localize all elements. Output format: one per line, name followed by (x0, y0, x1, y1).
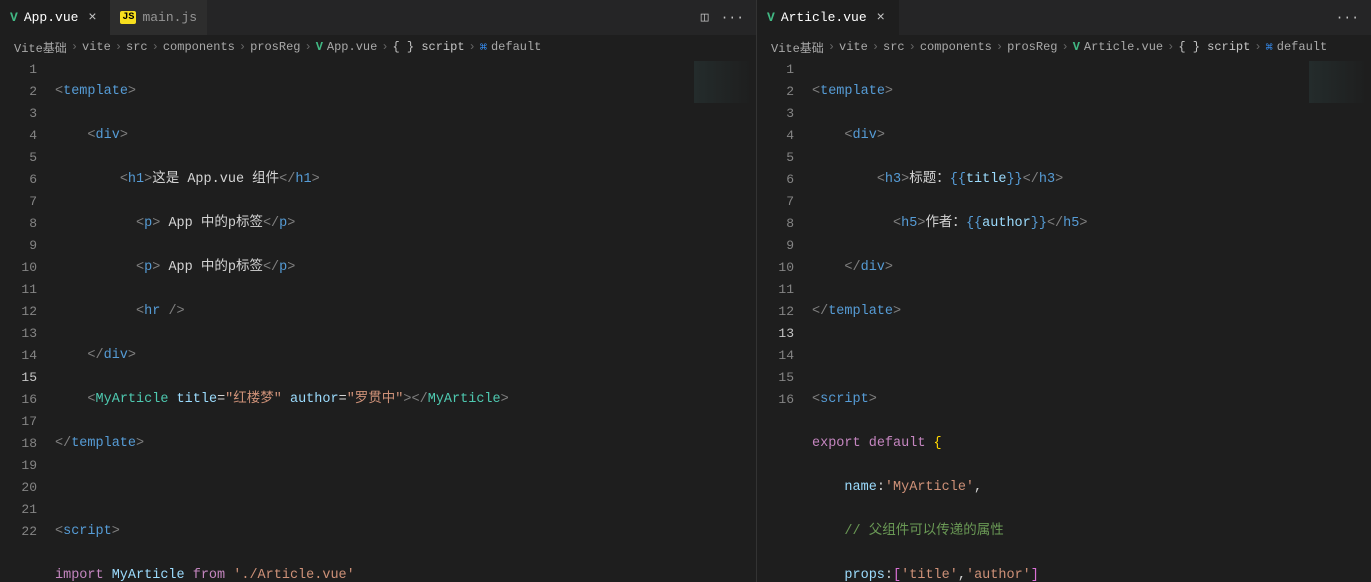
js-icon: JS (120, 11, 136, 24)
code-content[interactable]: <template> <div> <h3>标题：{{title}}</h3> <… (812, 59, 1371, 582)
link-icon: ⌘ (480, 40, 487, 55)
line-gutter: 12345678910111213141516 (757, 59, 812, 582)
vue-icon: V (316, 40, 323, 54)
minimap[interactable] (1309, 61, 1367, 103)
tab-actions: ··· (1336, 10, 1371, 25)
code-editor[interactable]: 12345678910111213141516171819202122 <tem… (0, 59, 756, 582)
code-content[interactable]: <template> <div> <h1>这是 App.vue 组件</h1> … (55, 59, 756, 582)
tabs-bar: V Article.vue × ··· (757, 0, 1371, 35)
vue-icon: V (767, 10, 775, 25)
more-icon[interactable]: ··· (1336, 10, 1359, 25)
tab-label: Article.vue (781, 10, 867, 25)
tab-label: App.vue (24, 10, 79, 25)
breadcrumb[interactable]: Vite基础› vite› src› components› prosReg› … (0, 35, 756, 59)
minimap[interactable] (694, 61, 752, 103)
vue-icon: V (1073, 40, 1080, 54)
close-icon[interactable]: × (873, 10, 889, 26)
line-gutter: 12345678910111213141516171819202122 (0, 59, 55, 582)
tabs-bar: V App.vue × JS main.js ◫ ··· (0, 0, 756, 35)
editor-panel-right: V Article.vue × ··· Vite基础› vite› src› c… (757, 0, 1371, 582)
split-editor-icon[interactable]: ◫ (701, 10, 709, 25)
tab-main-js[interactable]: JS main.js (110, 0, 207, 35)
tab-article-vue[interactable]: V Article.vue × (757, 0, 899, 35)
editor-panel-left: V App.vue × JS main.js ◫ ··· Vite基础› vit… (0, 0, 757, 582)
code-editor[interactable]: 12345678910111213141516 <template> <div>… (757, 59, 1371, 582)
more-icon[interactable]: ··· (721, 10, 744, 25)
tab-actions: ◫ ··· (701, 10, 756, 25)
breadcrumb[interactable]: Vite基础› vite› src› components› prosReg› … (757, 35, 1371, 59)
link-icon: ⌘ (1266, 40, 1273, 55)
tab-label: main.js (142, 10, 197, 25)
tab-app-vue[interactable]: V App.vue × (0, 0, 110, 35)
close-icon[interactable]: × (84, 10, 100, 26)
vue-icon: V (10, 10, 18, 25)
